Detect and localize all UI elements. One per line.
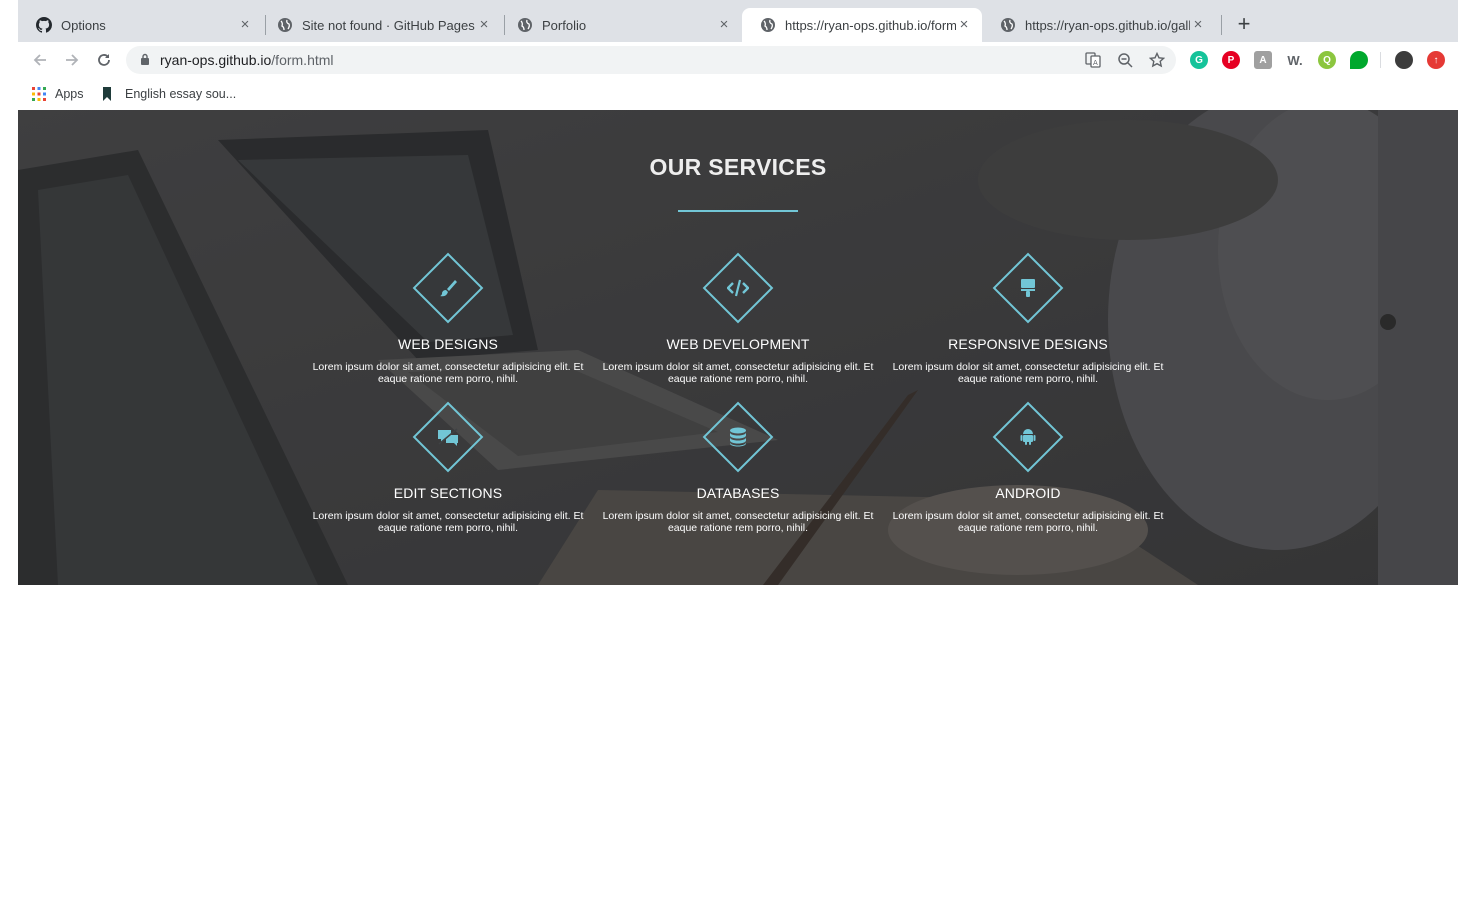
grammarly-icon[interactable]: G	[1190, 51, 1208, 69]
zoom-out-icon[interactable]	[1116, 51, 1134, 69]
service-diamond	[992, 401, 1064, 473]
globe-icon	[760, 17, 776, 33]
tab-title: https://ryan-ops.github.io/gallery	[1025, 17, 1190, 33]
service-diamond	[702, 401, 774, 473]
wordtune-icon[interactable]: W.	[1286, 51, 1304, 69]
url-host: ryan-ops.github.io	[160, 52, 272, 68]
bookmark-apps[interactable]: Apps	[32, 84, 84, 104]
bookmark-icon	[103, 87, 111, 101]
toolbar-separator	[1380, 52, 1381, 68]
service-diamond	[992, 252, 1064, 324]
arrow-left-icon	[33, 54, 46, 66]
back-button[interactable]	[28, 48, 52, 72]
tab-close-icon[interactable]: ×	[716, 17, 732, 33]
arrow-right-icon	[66, 54, 79, 66]
service-description-line: Lorem ipsum dolor sit amet, consectetur …	[892, 361, 1164, 373]
service-title: ANDROID	[995, 485, 1061, 501]
translate-icon[interactable]: A	[1084, 51, 1102, 69]
service-description-line: eaque ratione rem porro, nihil.	[377, 522, 519, 534]
service-description: Lorem ipsum dolor sit amet, consectetur …	[887, 361, 1169, 385]
tab-gallery[interactable]: https://ryan-ops.github.io/gallery ×	[982, 8, 1216, 42]
bookmark-english-essay[interactable]: English essay sou...	[103, 84, 236, 104]
bookmarks-bar: Apps English essay sou...	[18, 78, 1458, 110]
tab-close-icon[interactable]: ×	[476, 17, 492, 33]
tab-close-icon[interactable]: ×	[956, 17, 972, 33]
edit-sections-icon	[436, 425, 460, 449]
github-icon	[36, 17, 52, 33]
service-description: Lorem ipsum dolor sit amet, consectetur …	[887, 510, 1169, 534]
service-description-line: Lorem ipsum dolor sit amet, consectetur …	[312, 361, 584, 373]
bookmark-label: Apps	[55, 87, 84, 101]
service-description-line: eaque ratione rem porro, nihil.	[667, 373, 809, 385]
url-text[interactable]: ryan-ops.github.io/form.html	[160, 52, 334, 68]
browser-window: Options × Site not found · GitHub Pages …	[18, 0, 1458, 922]
address-bar[interactable]: ryan-ops.github.io/form.html A	[126, 46, 1176, 74]
tab-form-active[interactable]: https://ryan-ops.github.io/form.html ×	[742, 8, 982, 42]
service-title: EDIT SECTIONS	[393, 485, 503, 501]
globe-icon	[1000, 17, 1016, 33]
service-description-line: Lorem ipsum dolor sit amet, consectetur …	[892, 510, 1164, 522]
lock-icon[interactable]	[140, 53, 150, 71]
service-description: Lorem ipsum dolor sit amet, consectetur …	[597, 510, 879, 534]
android-icon	[1016, 425, 1040, 449]
tab-title: Site not found · GitHub Pages	[302, 17, 475, 33]
profile-avatar-icon[interactable]	[1395, 51, 1413, 69]
service-description: Lorem ipsum dolor sit amet, consectetur …	[307, 510, 589, 534]
page-viewport: OUR SERVICES WEB DESIGNS Lorem ipsum dol…	[18, 110, 1458, 922]
tab-separator	[1221, 15, 1222, 35]
evernote-icon[interactable]	[1350, 51, 1368, 69]
reload-icon	[98, 54, 110, 66]
service-description-line: Lorem ipsum dolor sit amet, consectetur …	[602, 510, 874, 522]
tab-strip: Options × Site not found · GitHub Pages …	[18, 0, 1458, 42]
tab-title: Porfolio	[542, 17, 587, 33]
globe-icon	[277, 17, 293, 33]
service-description-line: Lorem ipsum dolor sit amet, consectetur …	[312, 510, 584, 522]
url-path: /form.html	[271, 52, 334, 68]
toolbar: ryan-ops.github.io/form.html A G P A W. …	[18, 42, 1458, 78]
service-description-line: eaque ratione rem porro, nihil.	[957, 522, 1099, 534]
code-icon	[726, 276, 750, 300]
quicktext-icon[interactable]: Q	[1318, 51, 1336, 69]
svg-text:A: A	[1093, 59, 1098, 67]
service-description-line: eaque ratione rem porro, nihil.	[667, 522, 809, 534]
tab-close-icon[interactable]: ×	[1190, 17, 1206, 33]
service-description-line: eaque ratione rem porro, nihil.	[377, 373, 519, 385]
paint-brush-icon	[436, 276, 460, 300]
service-title: WEB DEVELOPMENT	[666, 336, 810, 352]
update-icon[interactable]: ↑	[1427, 51, 1445, 69]
paint-roller-icon	[1016, 276, 1040, 300]
service-diamond	[412, 252, 484, 324]
reload-button[interactable]	[92, 48, 116, 72]
extension-icon[interactable]: A	[1254, 51, 1272, 69]
service-description-line: Lorem ipsum dolor sit amet, consectetur …	[602, 361, 874, 373]
section-title: OUR SERVICES	[649, 154, 827, 180]
new-tab-button[interactable]: +	[1232, 12, 1256, 36]
tab-close-icon[interactable]: ×	[237, 17, 253, 33]
forward-button[interactable]	[60, 48, 84, 72]
database-icon	[726, 425, 750, 449]
service-diamond	[412, 401, 484, 473]
apps-grid-icon	[32, 87, 46, 101]
service-description-line: eaque ratione rem porro, nihil.	[957, 373, 1099, 385]
service-description: Lorem ipsum dolor sit amet, consectetur …	[597, 361, 879, 385]
tab-title: https://ryan-ops.github.io/form.html	[785, 17, 956, 33]
star-bookmark-icon[interactable]	[1148, 51, 1166, 69]
services-section: OUR SERVICES WEB DESIGNS Lorem ipsum dol…	[18, 110, 1458, 585]
tab-title: Options	[61, 17, 106, 33]
tab-options[interactable]: Options ×	[18, 8, 263, 42]
globe-icon	[517, 17, 533, 33]
service-title: DATABASES	[696, 485, 780, 501]
service-title: WEB DESIGNS	[398, 336, 498, 352]
tab-porfolio[interactable]: Porfolio ×	[499, 8, 742, 42]
service-diamond	[702, 252, 774, 324]
service-description: Lorem ipsum dolor sit amet, consectetur …	[307, 361, 589, 385]
service-title: RESPONSIVE DESIGNS	[948, 336, 1108, 352]
pinterest-icon[interactable]: P	[1222, 51, 1240, 69]
title-underline	[678, 210, 798, 212]
bookmark-label: English essay sou...	[125, 87, 237, 101]
tab-site-not-found[interactable]: Site not found · GitHub Pages ×	[259, 8, 502, 42]
